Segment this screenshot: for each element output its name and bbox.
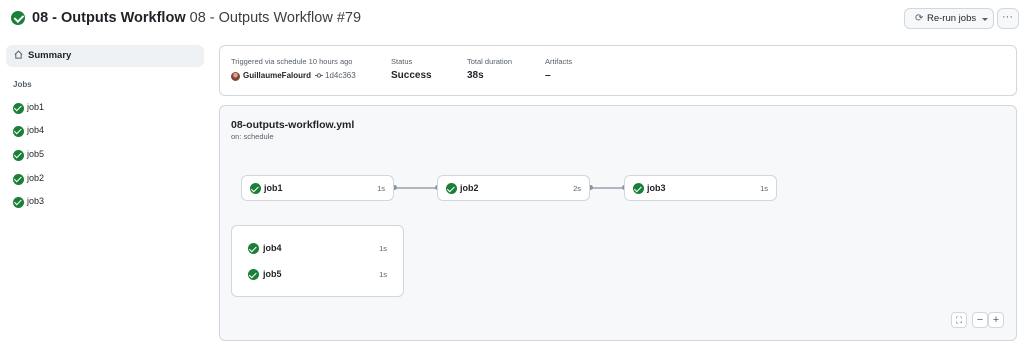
actor-link[interactable]: GuillaumeFalourd <box>243 71 311 80</box>
kebab-icon: ··· <box>1002 11 1013 23</box>
check-circle-icon <box>446 183 457 194</box>
workflow-trigger: on: schedule <box>231 132 274 141</box>
sidebar-item-job4[interactable]: job4 <box>13 124 193 138</box>
graph-node-job3[interactable]: job3 1s <box>624 175 777 201</box>
check-circle-icon <box>248 243 259 254</box>
git-commit-icon <box>315 73 323 78</box>
node-duration: 1s <box>379 244 387 253</box>
sidebar-item-job1[interactable]: job1 <box>13 101 193 115</box>
workflow-graph-panel <box>219 105 1017 341</box>
check-circle-icon <box>13 102 24 114</box>
artifacts-value: – <box>545 70 551 81</box>
page-title: 08 - Outputs Workflow 08 - Outputs Workf… <box>32 9 361 27</box>
fullscreen-icon: ⛶ <box>955 315 963 325</box>
duration-value: 38s <box>467 70 484 81</box>
status-value: Success <box>391 70 432 81</box>
home-icon <box>14 50 23 59</box>
sidebar-job-label: job5 <box>27 149 45 159</box>
sidebar-summary-item[interactable]: Summary <box>6 45 204 67</box>
connector-line <box>396 187 437 189</box>
node-duration: 1s <box>377 184 385 193</box>
node-label: job4 <box>263 243 282 253</box>
sidebar-job-label: job2 <box>27 173 45 183</box>
graph-node-job1[interactable]: job1 1s <box>241 175 394 201</box>
workflow-name: 08 - Outputs Workflow <box>32 10 186 26</box>
graph-node-job5[interactable]: job5 1s <box>232 268 403 282</box>
check-circle-icon <box>13 149 24 161</box>
connector-line <box>592 187 625 189</box>
chevron-down-icon <box>982 18 988 21</box>
jobs-heading: Jobs <box>13 80 32 89</box>
zoom-out-button[interactable]: − <box>972 312 988 328</box>
minus-icon: − <box>976 314 984 326</box>
artifacts-label: Artifacts <box>545 57 573 66</box>
graph-node-job2[interactable]: job2 2s <box>437 175 590 201</box>
status-label: Status <box>391 57 413 66</box>
sidebar-job-label: job4 <box>27 125 45 135</box>
workflow-file-name: 08-outputs-workflow.yml <box>231 119 355 131</box>
trigger-text: Triggered via schedule 10 hours ago <box>231 57 353 66</box>
sidebar-summary-label: Summary <box>28 50 72 61</box>
more-options-button[interactable]: ··· <box>997 8 1019 29</box>
fullscreen-button[interactable]: ⛶ <box>951 312 967 328</box>
check-circle-icon <box>250 183 261 194</box>
check-circle-icon <box>13 173 24 185</box>
sidebar-item-job2[interactable]: job2 <box>13 172 193 186</box>
success-status-icon <box>11 11 25 25</box>
sidebar-item-job3[interactable]: job3 <box>13 195 193 209</box>
check-circle-icon <box>13 196 24 208</box>
node-duration: 2s <box>573 184 581 193</box>
sidebar-job-label: job3 <box>27 196 45 206</box>
node-label: job1 <box>264 183 283 193</box>
check-circle-icon <box>13 125 24 137</box>
node-duration: 1s <box>760 184 768 193</box>
zoom-in-button[interactable]: + <box>988 312 1004 328</box>
rerun-jobs-label: Re-run jobs <box>927 13 977 24</box>
sidebar-job-label: job1 <box>27 102 45 112</box>
avatar <box>231 72 240 81</box>
node-label: job2 <box>460 183 479 193</box>
node-label: job5 <box>263 269 282 279</box>
rerun-jobs-button[interactable]: ⟳ Re-run jobs <box>904 8 994 29</box>
check-circle-icon <box>248 269 259 280</box>
graph-node-job4[interactable]: job4 1s <box>232 242 403 256</box>
node-label: job3 <box>647 183 666 193</box>
run-title: 08 - Outputs Workflow #79 <box>189 10 362 26</box>
plus-icon: + <box>992 314 1000 326</box>
node-duration: 1s <box>379 270 387 279</box>
sidebar-item-job5[interactable]: job5 <box>13 148 193 162</box>
duration-label: Total duration <box>467 57 513 66</box>
check-circle-icon <box>633 183 644 194</box>
sync-icon: ⟳ <box>915 13 924 24</box>
graph-job-group: job4 1s job5 1s <box>231 225 404 297</box>
commit-sha-link[interactable]: 1d4c363 <box>325 71 356 80</box>
